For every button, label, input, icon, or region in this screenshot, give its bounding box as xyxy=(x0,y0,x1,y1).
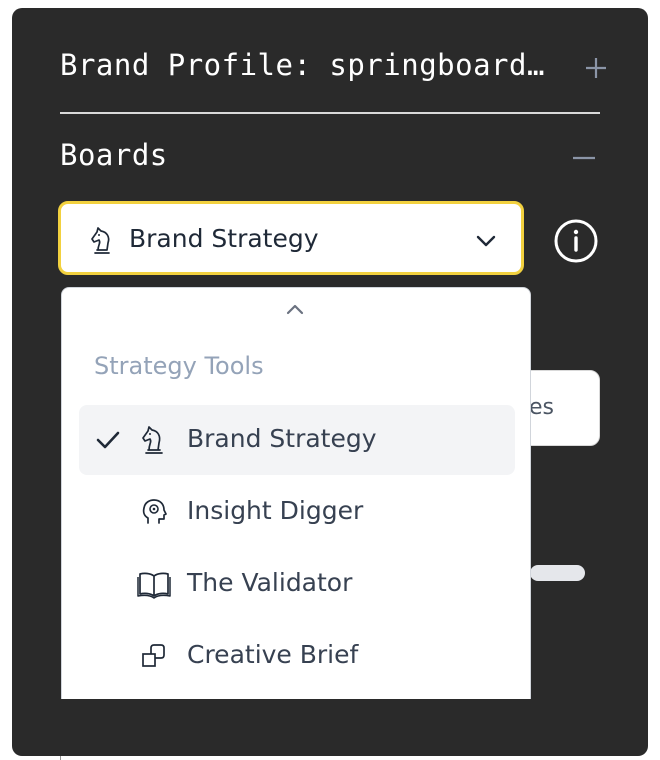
knight-icon xyxy=(91,227,110,254)
board-select[interactable]: Brand Strategy xyxy=(58,201,524,275)
dropdown-option-label: Creative Brief xyxy=(187,640,359,669)
board-dropdown-menu: Strategy Tools Brand Strategy Insight Di… xyxy=(61,287,531,699)
shapes-icon xyxy=(142,644,165,667)
chevron-down-icon xyxy=(476,235,496,247)
dropdown-option-creative-brief[interactable]: Creative Brief xyxy=(79,621,515,691)
head-icon xyxy=(142,499,167,524)
board-card-text: es xyxy=(529,395,554,420)
brand-profile-title: Brand Profile: springboard… xyxy=(60,48,545,82)
dropdown-option-label: Insight Digger xyxy=(187,496,364,525)
dropdown-option-brand-strategy[interactable]: Brand Strategy xyxy=(79,405,515,475)
dropdown-option-insight-digger[interactable]: Insight Digger xyxy=(79,477,515,547)
board-select-value: Brand Strategy xyxy=(129,224,319,253)
check-icon xyxy=(96,431,120,449)
boards-section-title: Boards xyxy=(60,138,168,172)
dropdown-option-the-validator[interactable]: The Validator xyxy=(79,549,515,619)
panel-footer-edge xyxy=(60,750,61,760)
minus-icon[interactable] xyxy=(572,146,596,170)
progress-bar-partial xyxy=(530,565,585,581)
book-icon xyxy=(137,572,171,599)
divider xyxy=(60,112,600,114)
chevron-up-icon[interactable] xyxy=(284,302,306,316)
plus-icon[interactable] xyxy=(584,56,608,80)
knight-icon xyxy=(142,426,163,454)
dropdown-option-label: Brand Strategy xyxy=(187,424,377,453)
dropdown-option-label: The Validator xyxy=(187,568,353,597)
info-icon[interactable] xyxy=(553,218,599,264)
dropdown-group-label: Strategy Tools xyxy=(94,352,264,380)
